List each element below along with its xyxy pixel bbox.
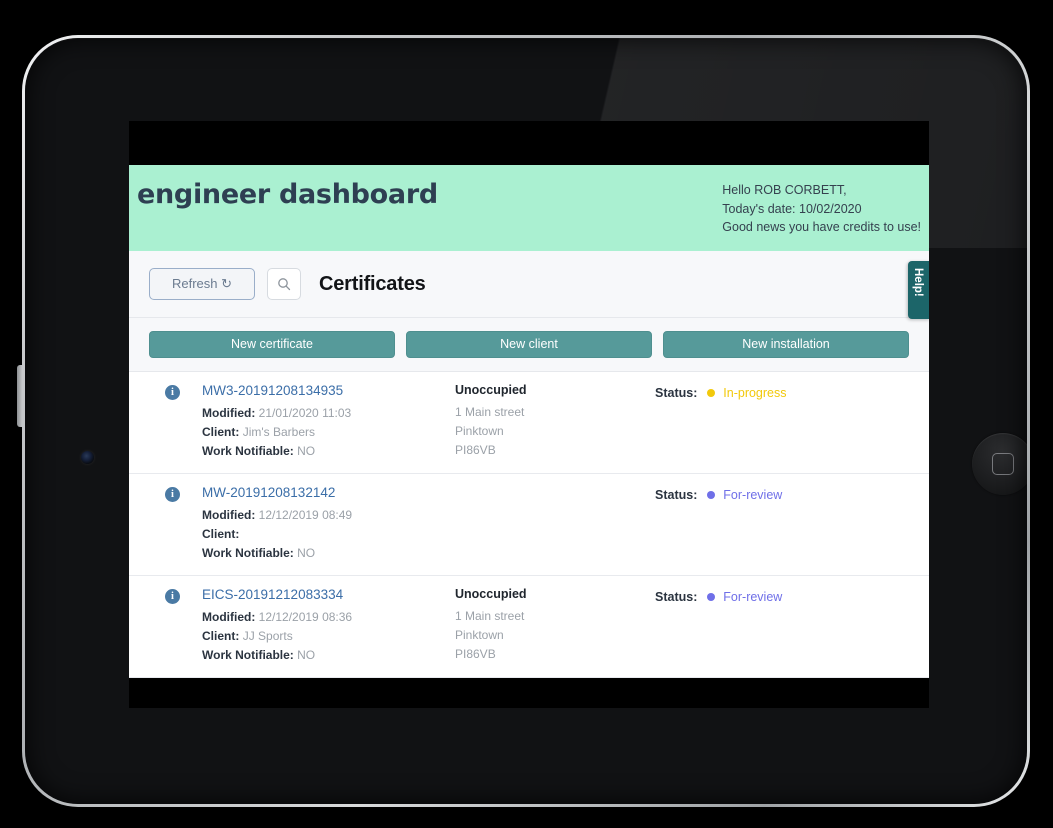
row-main-cell: EICS-20191212083334 Modified: 12/12/2019… bbox=[202, 587, 455, 665]
modified-value: 12/12/2019 08:49 bbox=[258, 508, 353, 522]
row-status-cell: Status: For-review bbox=[655, 485, 909, 504]
status-dot-icon bbox=[706, 491, 715, 499]
status-dot-icon bbox=[706, 593, 715, 601]
greeting-block: Hello ROB CORBETT, Today's date: 10/02/2… bbox=[722, 179, 923, 237]
status-label: Status: bbox=[655, 590, 698, 604]
table-row[interactable]: i MW-20191208132142 Modified: 12/12/2019… bbox=[129, 474, 929, 576]
row-status-cell: Status: In-progress bbox=[655, 383, 909, 402]
volume-button[interactable] bbox=[17, 365, 22, 427]
help-tab[interactable]: Help! bbox=[908, 261, 929, 319]
address-line-1: 1 Main street bbox=[455, 609, 525, 623]
browser-chrome bbox=[129, 121, 929, 165]
row-address-cell: Unoccupied 1 Main street Pinktown PI86VB bbox=[455, 383, 655, 460]
client-line: Client: Jim's Barbers bbox=[202, 423, 455, 442]
row-main-cell: MW3-20191208134935 Modified: 21/01/2020 … bbox=[202, 383, 455, 461]
row-main-cell: MW-20191208132142 Modified: 12/12/2019 0… bbox=[202, 485, 455, 563]
search-button[interactable] bbox=[267, 268, 301, 300]
address-line-2: Pinktown bbox=[455, 424, 504, 438]
row-address-cell: Unoccupied 1 Main street Pinktown PI86VB bbox=[455, 587, 655, 664]
certificate-list: i MW3-20191208134935 Modified: 21/01/202… bbox=[129, 372, 929, 708]
modified-line: Modified: 21/01/2020 11:03 bbox=[202, 404, 455, 423]
modified-label: Modified: bbox=[202, 508, 256, 522]
front-camera bbox=[81, 451, 94, 464]
certificate-link[interactable]: MW3-20191208134935 bbox=[202, 383, 455, 398]
tablet-device: engineer dashboard Hello ROB CORBETT, To… bbox=[17, 35, 1030, 807]
work-notifiable-line: Work Notifiable: NO bbox=[202, 442, 455, 461]
greeting-user: Hello ROB CORBETT, bbox=[722, 183, 847, 197]
modified-label: Modified: bbox=[202, 406, 256, 420]
address-title: Unoccupied bbox=[455, 383, 527, 397]
address-line-1: 1 Main street bbox=[455, 405, 525, 419]
new-client-button[interactable]: New client bbox=[406, 331, 652, 358]
modified-line: Modified: 12/12/2019 08:49 bbox=[202, 506, 455, 525]
row-icon-cell: i bbox=[149, 587, 202, 604]
action-button-row: New certificate New client New installat… bbox=[129, 318, 929, 372]
table-row[interactable]: i MW3-20191208134935 Modified: 21/01/202… bbox=[129, 372, 929, 474]
status-dot-icon bbox=[706, 389, 715, 397]
web-page: engineer dashboard Hello ROB CORBETT, To… bbox=[129, 165, 929, 708]
work-notifiable-label: Work Notifiable: bbox=[202, 444, 294, 458]
work-notifiable-line: Work Notifiable: NO bbox=[202, 544, 455, 563]
modified-value: 12/12/2019 08:36 bbox=[258, 610, 353, 624]
screenshot-root: engineer dashboard Hello ROB CORBETT, To… bbox=[0, 0, 1053, 828]
page-body: Help! Refresh ↻ Certificates New certifi… bbox=[129, 251, 929, 708]
info-icon[interactable]: i bbox=[165, 385, 180, 400]
modified-label: Modified: bbox=[202, 610, 256, 624]
home-square-icon bbox=[992, 453, 1014, 475]
status-label: Status: bbox=[655, 488, 698, 502]
tablet-bezel: engineer dashboard Hello ROB CORBETT, To… bbox=[25, 38, 1027, 804]
app-header: engineer dashboard Hello ROB CORBETT, To… bbox=[129, 165, 929, 251]
new-certificate-button[interactable]: New certificate bbox=[149, 331, 395, 358]
work-notifiable-line: Work Notifiable: NO bbox=[202, 646, 455, 665]
search-icon bbox=[278, 278, 291, 291]
screen-bottom-mask bbox=[129, 678, 929, 708]
status-badge: For-review bbox=[723, 488, 783, 502]
address-line-3: PI86VB bbox=[455, 647, 496, 661]
help-tab-label: Help! bbox=[912, 268, 924, 297]
greeting-credits: Good news you have credits to use! bbox=[722, 220, 921, 234]
status-label: Status: bbox=[655, 386, 698, 400]
work-notifiable-value: NO bbox=[297, 444, 316, 458]
client-label: Client: bbox=[202, 425, 240, 439]
client-value: Jim's Barbers bbox=[242, 425, 315, 439]
client-line: Client: JJ Sports bbox=[202, 627, 455, 646]
client-line: Client: bbox=[202, 525, 455, 544]
certificate-link[interactable]: MW-20191208132142 bbox=[202, 485, 455, 500]
row-status-cell: Status: For-review bbox=[655, 587, 909, 606]
page-title: Certificates bbox=[319, 272, 426, 295]
home-button[interactable] bbox=[972, 433, 1027, 495]
client-value: JJ Sports bbox=[242, 629, 293, 643]
status-badge: In-progress bbox=[723, 386, 787, 400]
certificate-link[interactable]: EICS-20191212083334 bbox=[202, 587, 455, 602]
toolbar: Refresh ↻ Certificates bbox=[129, 251, 929, 318]
row-icon-cell: i bbox=[149, 383, 202, 400]
table-row[interactable]: i EICS-20191212083334 Modified: 12/12/20… bbox=[129, 576, 929, 678]
refresh-button[interactable]: Refresh ↻ bbox=[149, 268, 255, 300]
row-address-cell bbox=[455, 485, 655, 491]
info-icon[interactable]: i bbox=[165, 487, 180, 502]
work-notifiable-label: Work Notifiable: bbox=[202, 546, 294, 560]
modified-line: Modified: 12/12/2019 08:36 bbox=[202, 608, 455, 627]
work-notifiable-label: Work Notifiable: bbox=[202, 648, 294, 662]
address-line-3: PI86VB bbox=[455, 443, 496, 457]
client-label: Client: bbox=[202, 527, 240, 541]
address-line-2: Pinktown bbox=[455, 628, 504, 642]
new-installation-button[interactable]: New installation bbox=[663, 331, 909, 358]
greeting-date: Today's date: 10/02/2020 bbox=[722, 201, 862, 216]
client-label: Client: bbox=[202, 629, 240, 643]
tablet-screen: engineer dashboard Hello ROB CORBETT, To… bbox=[129, 121, 929, 708]
work-notifiable-value: NO bbox=[297, 648, 316, 662]
row-icon-cell: i bbox=[149, 485, 202, 502]
address-title: Unoccupied bbox=[455, 587, 527, 601]
status-badge: For-review bbox=[723, 590, 783, 604]
modified-value: 21/01/2020 11:03 bbox=[258, 406, 352, 420]
work-notifiable-value: NO bbox=[297, 546, 316, 560]
info-icon[interactable]: i bbox=[165, 589, 180, 604]
brand-title: engineer dashboard bbox=[137, 179, 438, 210]
